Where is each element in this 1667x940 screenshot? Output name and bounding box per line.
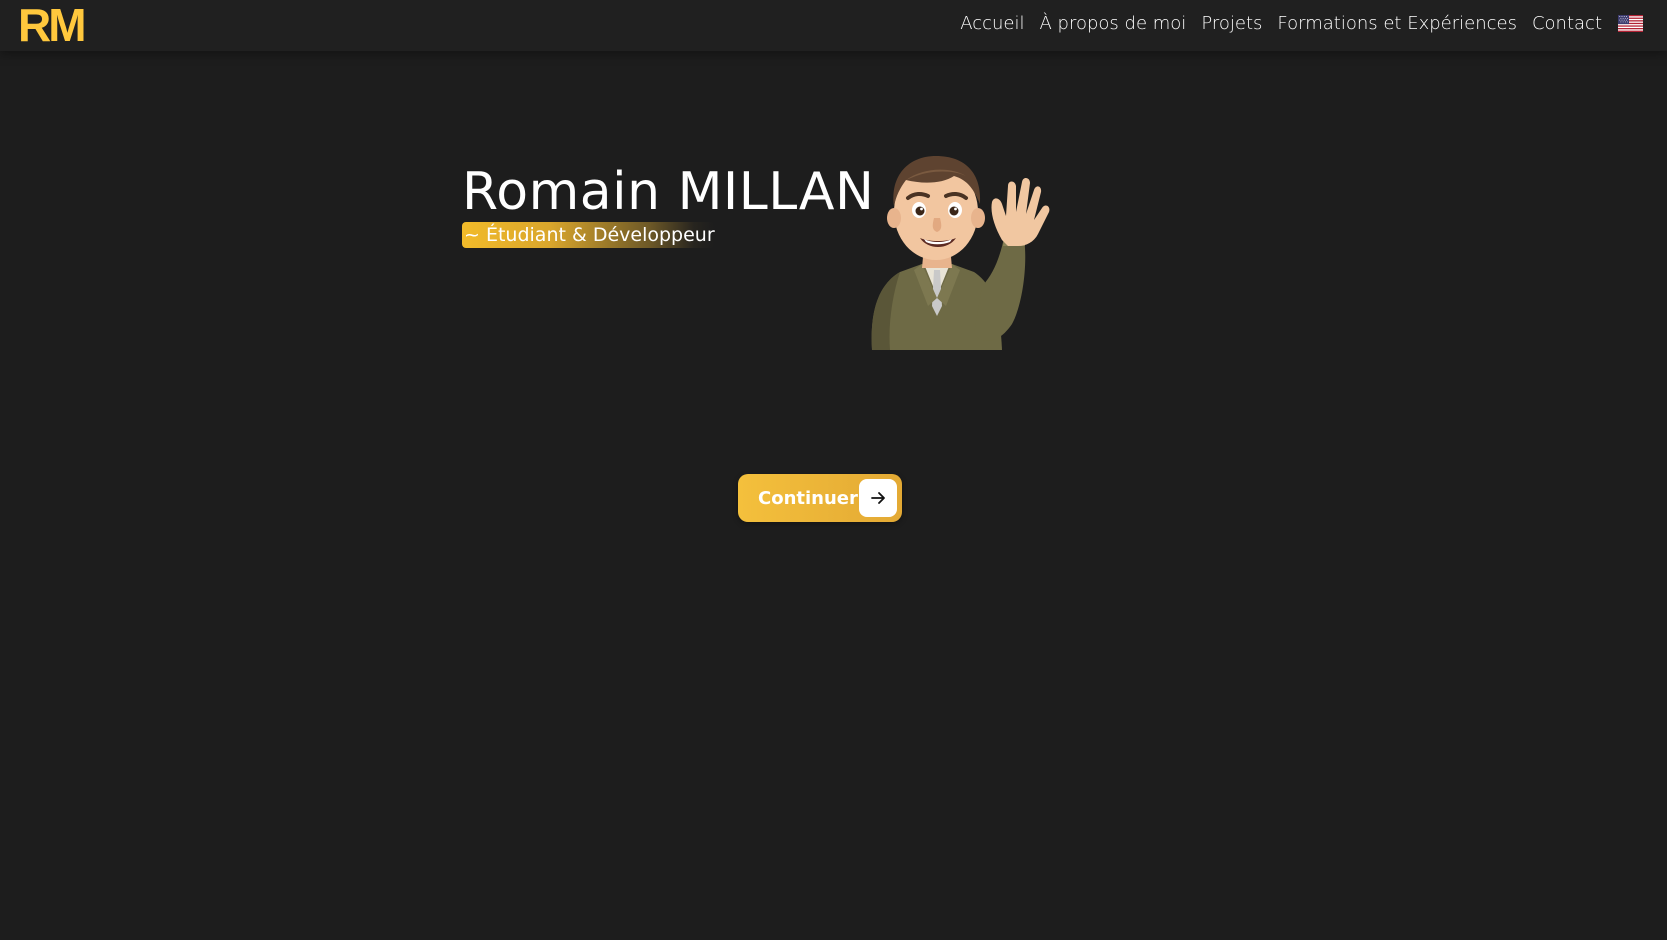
- nav-link-about[interactable]: À propos de moi: [1040, 13, 1187, 34]
- arrow-right-icon: [859, 479, 897, 517]
- hero-name: Romain MILLAN: [462, 162, 875, 222]
- continue-button[interactable]: Continuer: [738, 474, 902, 522]
- nav-link-contact[interactable]: Contact: [1532, 13, 1602, 34]
- site-logo[interactable]: RM: [18, 1, 87, 49]
- nav-link-projects[interactable]: Projets: [1201, 13, 1262, 34]
- hero-subtitle: ~ Étudiant & Développeur: [462, 222, 715, 248]
- nav-link-accueil[interactable]: Accueil: [960, 13, 1024, 34]
- nav-link-education-experience[interactable]: Formations et Expériences: [1277, 13, 1517, 34]
- memoji-waving-avatar: [871, 156, 1050, 350]
- top-navbar: RM Accueil À propos de moi Projets Forma…: [0, 0, 1667, 51]
- us-flag-icon[interactable]: [1618, 14, 1643, 32]
- continue-button-label: Continuer: [758, 487, 858, 509]
- main-nav: Accueil À propos de moi Projets Formatio…: [960, 0, 1643, 46]
